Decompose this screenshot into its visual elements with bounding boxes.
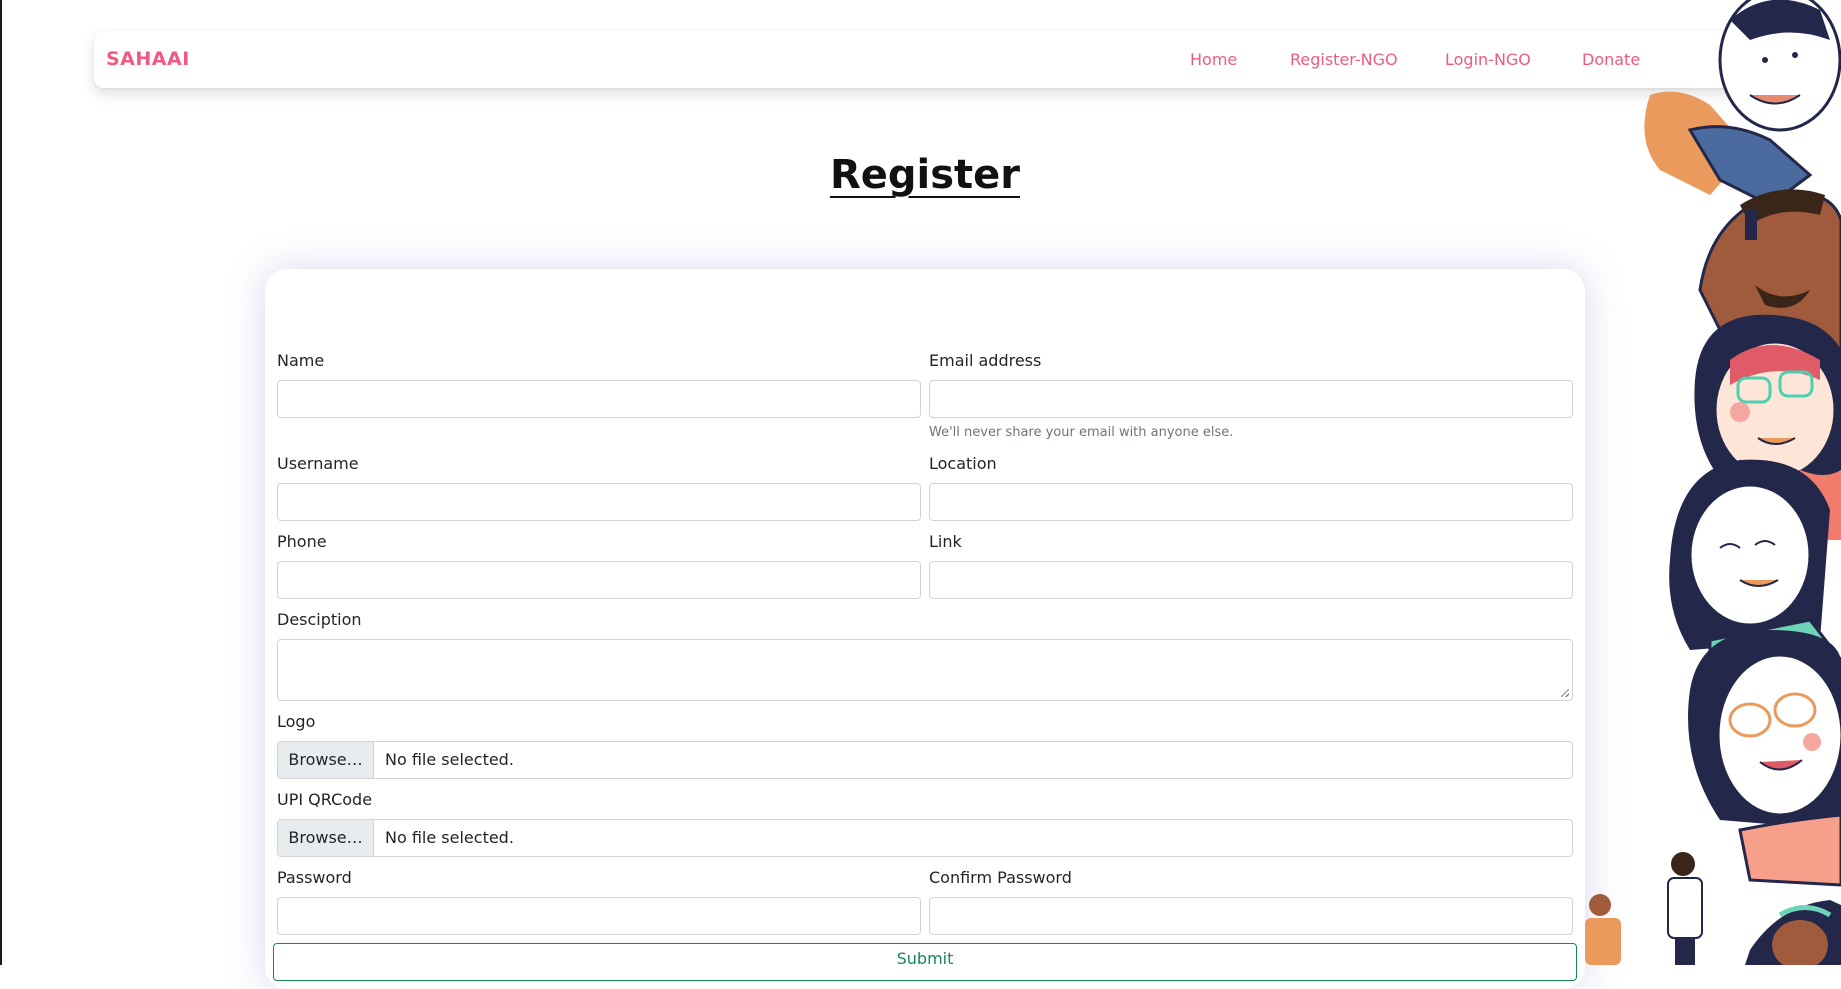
register-form-card: Name Email address We'll never share you… — [265, 269, 1585, 989]
confirm-password-input[interactable] — [929, 897, 1573, 935]
phone-label: Phone — [277, 532, 327, 551]
window-edge — [0, 0, 2, 965]
name-label: Name — [277, 351, 325, 370]
email-help-text: We'll never share your email with anyone… — [929, 425, 1234, 440]
username-input[interactable] — [277, 483, 921, 521]
description-textarea[interactable] — [277, 639, 1573, 701]
nav-link-home[interactable]: Home — [1190, 50, 1237, 69]
username-label: Username — [277, 454, 359, 473]
brand-logo[interactable]: SAHAAI — [106, 48, 190, 70]
location-input[interactable] — [929, 483, 1573, 521]
resize-grip-icon[interactable] — [1561, 689, 1569, 697]
logo-label: Logo — [277, 712, 316, 731]
nav-link-register-ngo[interactable]: Register-NGO — [1290, 50, 1398, 69]
submit-button[interactable]: Submit — [273, 943, 1577, 981]
link-label: Link — [929, 532, 962, 551]
navbar: SAHAAI Home Register-NGO Login-NGO Donat… — [94, 31, 1756, 88]
email-label: Email address — [929, 351, 1042, 370]
description-label: Desciption — [277, 610, 362, 629]
link-input[interactable] — [929, 561, 1573, 599]
page-title: Register — [829, 152, 1021, 198]
upi-file-status: No file selected. — [385, 828, 514, 847]
upi-qrcode-label: UPI QRCode — [277, 790, 373, 809]
password-label: Password — [277, 868, 352, 887]
email-input[interactable] — [929, 380, 1573, 418]
upi-qrcode-file-input[interactable]: Browse… No file selected. — [277, 819, 1573, 857]
location-label: Location — [929, 454, 997, 473]
password-input[interactable] — [277, 897, 921, 935]
nav-link-login-ngo[interactable]: Login-NGO — [1445, 50, 1531, 69]
phone-input[interactable] — [277, 561, 921, 599]
confirm-password-label: Confirm Password — [929, 868, 1072, 887]
logo-file-status: No file selected. — [385, 750, 514, 769]
logo-file-input[interactable]: Browse… No file selected. — [277, 741, 1573, 779]
people-illustration — [1585, 0, 1841, 965]
logo-browse-button[interactable]: Browse… — [278, 742, 374, 778]
upi-browse-button[interactable]: Browse… — [278, 820, 374, 856]
name-input[interactable] — [277, 380, 921, 418]
